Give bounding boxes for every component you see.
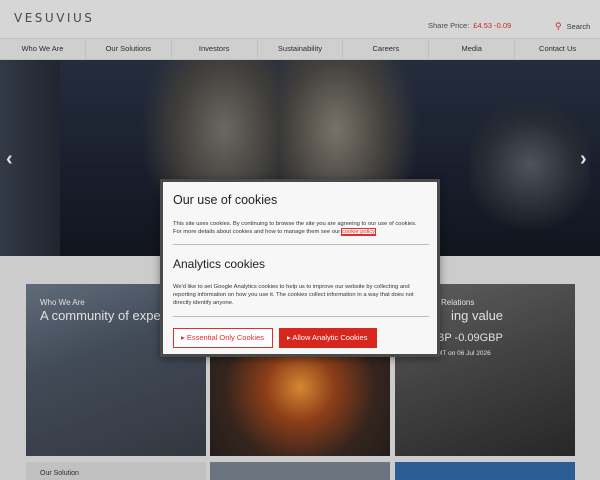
divider: [173, 244, 429, 245]
cookie-policy-link[interactable]: cookie policy: [340, 228, 377, 236]
modal-body: This site uses cookies. By continuing to…: [173, 220, 423, 236]
divider: [173, 316, 429, 317]
modal-title: Our use of cookies: [173, 193, 278, 207]
analytics-title: Analytics cookies: [173, 257, 266, 271]
modal-body-text: This site uses cookies. By continuing to…: [173, 221, 417, 235]
essential-only-button[interactable]: ▸ Essential Only Cookies: [173, 328, 273, 348]
allow-analytic-button[interactable]: ▸ Allow Analytic Cookies: [279, 328, 377, 348]
analytics-body: We'd like to set Google Analytics cookie…: [173, 284, 414, 306]
cookie-modal: Our use of cookies This site uses cookie…: [160, 179, 440, 357]
